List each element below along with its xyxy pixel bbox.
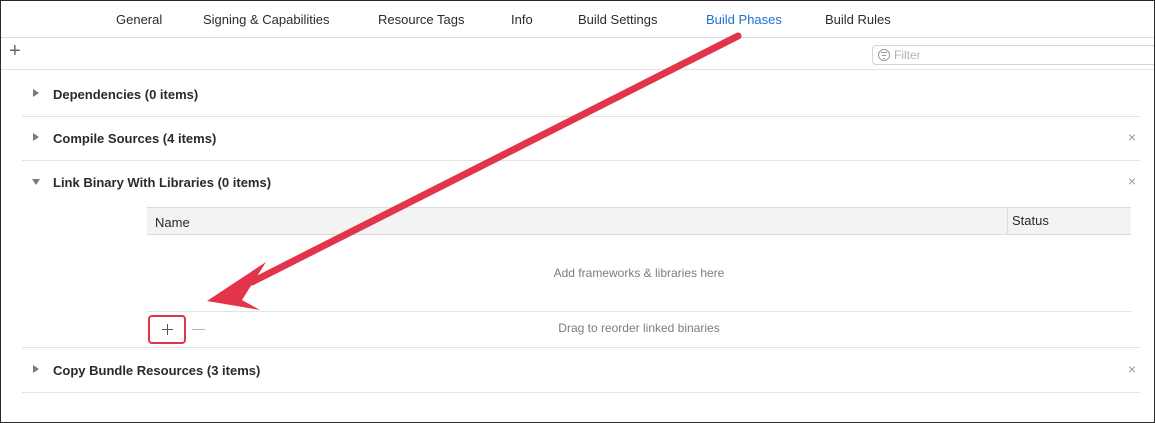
disclosure-triangle-icon[interactable] <box>33 365 39 373</box>
remove-library-button[interactable] <box>192 329 205 330</box>
table-header: Name Status <box>147 207 1131 235</box>
phase-title[interactable]: Link Binary With Libraries (0 items) <box>53 175 271 190</box>
column-header-name[interactable]: Name <box>155 215 190 230</box>
phase-link-binary: Link Binary With Libraries (0 items) × <box>22 161 1140 205</box>
column-header-status[interactable]: Status <box>1007 208 1049 234</box>
delete-phase-icon[interactable]: × <box>1128 174 1136 188</box>
phase-copy-bundle-resources: Copy Bundle Resources (3 items) × <box>22 349 1140 393</box>
editor-tab-bar: General Signing & Capabilities Resource … <box>1 1 1154 38</box>
tab-resource-tags[interactable]: Resource Tags <box>378 12 464 27</box>
tab-info[interactable]: Info <box>511 12 533 27</box>
tab-build-settings[interactable]: Build Settings <box>578 12 658 27</box>
filter-input[interactable] <box>894 47 1144 63</box>
phase-title[interactable]: Copy Bundle Resources (3 items) <box>53 363 260 378</box>
add-build-phase-button[interactable]: + <box>9 41 21 61</box>
drag-hint-text: Drag to reorder linked binaries <box>558 321 720 335</box>
disclosure-triangle-icon[interactable] <box>33 133 39 141</box>
tab-build-phases[interactable]: Build Phases <box>706 12 782 27</box>
empty-placeholder: Add frameworks & libraries here <box>147 235 1131 312</box>
delete-phase-icon[interactable]: × <box>1128 362 1136 376</box>
tab-build-rules[interactable]: Build Rules <box>825 12 891 27</box>
phase-title[interactable]: Dependencies (0 items) <box>53 87 198 102</box>
phase-title[interactable]: Compile Sources (4 items) <box>53 131 216 146</box>
tab-signing-capabilities[interactable]: Signing & Capabilities <box>203 12 329 27</box>
phase-dependencies: Dependencies (0 items) <box>22 73 1140 117</box>
divider <box>22 347 1140 348</box>
linked-libraries-table: Name Status Add frameworks & libraries h… <box>147 207 1131 347</box>
filter-field[interactable] <box>872 45 1154 65</box>
filter-icon <box>878 49 890 61</box>
tab-general[interactable]: General <box>116 12 162 27</box>
disclosure-triangle-icon[interactable] <box>33 89 39 97</box>
phase-compile-sources: Compile Sources (4 items) × <box>22 117 1140 161</box>
delete-phase-icon[interactable]: × <box>1128 130 1136 144</box>
table-footer: Drag to reorder linked binaries <box>147 312 1131 347</box>
disclosure-triangle-icon[interactable] <box>32 179 40 185</box>
phases-toolbar: + <box>1 37 1154 70</box>
add-library-button[interactable] <box>148 315 186 344</box>
